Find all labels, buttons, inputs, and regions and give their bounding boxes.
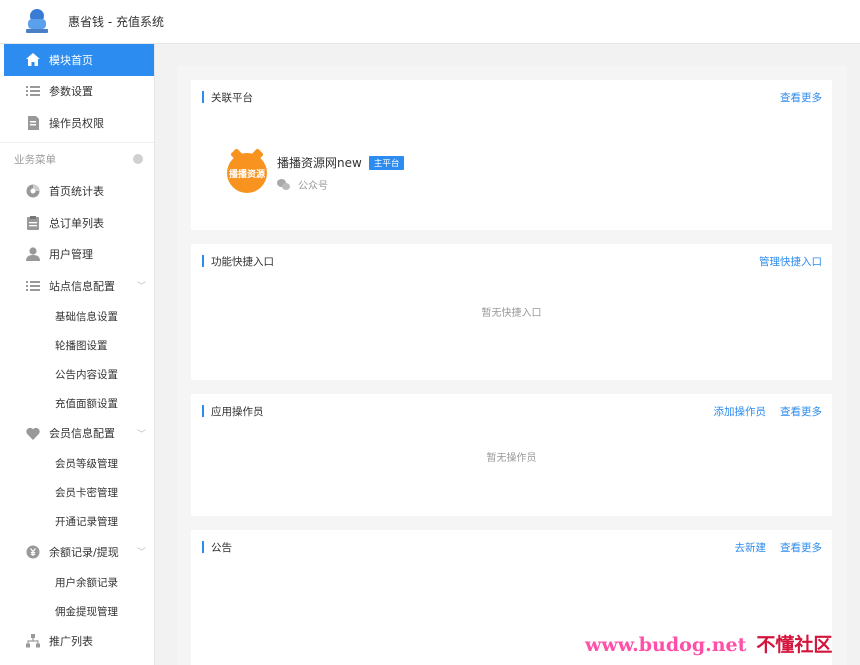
card-header: 应用操作员 添加操作员 查看更多: [191, 394, 832, 428]
create-notice-link[interactable]: 去新建: [735, 540, 767, 555]
sidebar-subitem[interactable]: 佣金提现管理: [0, 597, 154, 626]
operators-card: 应用操作员 添加操作员 查看更多 暂无操作员: [191, 394, 832, 516]
sidebar-subitem[interactable]: 轮播图设置: [0, 331, 154, 360]
platform-type: 公众号: [298, 181, 328, 192]
title-bar: [202, 91, 204, 103]
sidebar-subitem[interactable]: 用户余额记录: [0, 568, 154, 597]
sidebar-item-site-config[interactable]: 站点信息配置 ﹀: [0, 270, 154, 302]
sidebar-item-member-config[interactable]: 会员信息配置 ﹀: [0, 418, 154, 450]
card-title: 功能快捷入口: [211, 255, 274, 268]
list-icon: [26, 279, 40, 293]
sidebar-item-params[interactable]: 参数设置: [0, 76, 154, 108]
platform-avatar: 播播资源: [227, 148, 267, 193]
collapse-toggle-icon[interactable]: [133, 154, 143, 164]
sidebar-item-balance[interactable]: 余额记录/提现 ﹀: [0, 536, 154, 568]
watermark: www.budog.net 不懂社区: [585, 630, 832, 657]
card-title: 应用操作员: [211, 405, 264, 418]
shortcuts-card: 功能快捷入口 管理快捷入口 暂无快捷入口: [191, 244, 832, 380]
group-title-label: 业务菜单: [14, 153, 56, 166]
title-bar: [202, 255, 204, 267]
card-header: 公告 去新建 查看更多: [191, 530, 832, 564]
app-title: 惠省钱 - 充值系统: [68, 15, 164, 29]
sidebar-item-label: 站点信息配置: [49, 279, 115, 293]
sidebar-item-promotion[interactable]: 推广列表: [0, 626, 154, 658]
avatar-ear: [251, 148, 264, 161]
main-platform-badge: 主平台: [368, 155, 405, 170]
avatar-ear: [230, 148, 243, 161]
sidebar-item-label: 会员信息配置: [49, 427, 115, 441]
view-more-link[interactable]: 查看更多: [780, 404, 822, 419]
platform-item[interactable]: 播播资源 播播资源网new 主平台 公众号: [227, 148, 405, 193]
sidebar-item-label: 推广列表: [49, 635, 93, 649]
top-bar: 惠省钱 - 充值系统: [0, 0, 860, 44]
card-title: 公告: [211, 541, 232, 554]
view-more-link[interactable]: 查看更多: [780, 90, 822, 105]
card-header: 关联平台 查看更多: [191, 80, 832, 114]
add-operator-link[interactable]: 添加操作员: [714, 404, 767, 419]
watermark-text: 不懂社区: [756, 634, 833, 656]
watermark-url: www.budog.net: [585, 634, 747, 656]
view-more-link[interactable]: 查看更多: [780, 540, 822, 555]
card-header: 功能快捷入口 管理快捷入口: [191, 244, 832, 278]
sidebar-item-home[interactable]: 模块首页: [4, 44, 154, 76]
heart-icon: [26, 426, 40, 440]
title-bar: [202, 405, 204, 417]
sidebar-item-label: 参数设置: [49, 85, 93, 99]
manage-shortcuts-link[interactable]: 管理快捷入口: [759, 254, 822, 269]
sidebar-item-orders[interactable]: 总订单列表: [0, 207, 154, 239]
sidebar-group-title: 业务菜单: [0, 141, 154, 176]
main-content: 关联平台 查看更多 播播资源 播播资源网new 主平台 公众号 功能快捷入口 管…: [177, 66, 847, 665]
tree-icon: [26, 634, 40, 648]
list-icon: [26, 84, 40, 98]
sidebar-item-label: 总订单列表: [49, 216, 104, 230]
sidebar-item-label: 模块首页: [49, 53, 93, 67]
empty-operators-text: 暂无操作员: [486, 453, 537, 464]
platform-name: 播播资源网new: [277, 156, 362, 170]
chevron-down-icon: ﹀: [136, 282, 146, 293]
sidebar: 模块首页 参数设置 操作员权限 业务菜单 首页统计表 总订单列表 用户管理 站点…: [0, 44, 155, 665]
empty-shortcuts-text: 暂无快捷入口: [481, 308, 542, 319]
avatar-label: 播播资源: [228, 169, 265, 180]
sidebar-item-label: 余额记录/提现: [49, 545, 119, 559]
sidebar-subitem[interactable]: 基础信息设置: [0, 302, 154, 331]
title-bar: [202, 541, 204, 553]
sidebar-item-operator-permissions[interactable]: 操作员权限: [0, 107, 154, 139]
sidebar-subitem[interactable]: 会员等级管理: [0, 449, 154, 478]
sidebar-subitem[interactable]: 充值面额设置: [0, 389, 154, 418]
card-title: 关联平台: [211, 91, 253, 104]
app-logo[interactable]: [26, 8, 48, 35]
sidebar-item-users[interactable]: 用户管理: [0, 239, 154, 271]
home-icon: [26, 53, 40, 67]
wechat-icon: [277, 179, 290, 190]
coin-icon: [26, 545, 40, 559]
sidebar-item-label: 首页统计表: [49, 185, 104, 199]
chevron-down-icon: ﹀: [136, 548, 146, 559]
sidebar-item-label: 操作员权限: [49, 116, 104, 130]
sidebar-subitem[interactable]: 公告内容设置: [0, 360, 154, 389]
sidebar-item-label: 用户管理: [49, 248, 93, 262]
chevron-down-icon: ﹀: [136, 429, 146, 440]
user-icon: [26, 247, 40, 262]
chart-icon: [26, 184, 40, 198]
sidebar-subitem[interactable]: 会员卡密管理: [0, 478, 154, 507]
document-icon: [26, 115, 40, 130]
sidebar-subitem[interactable]: 开通记录管理: [0, 507, 154, 536]
sidebar-item-stats[interactable]: 首页统计表: [0, 176, 154, 208]
platform-card: 关联平台 查看更多 播播资源 播播资源网new 主平台 公众号: [191, 80, 832, 230]
clipboard-icon: [26, 215, 40, 230]
